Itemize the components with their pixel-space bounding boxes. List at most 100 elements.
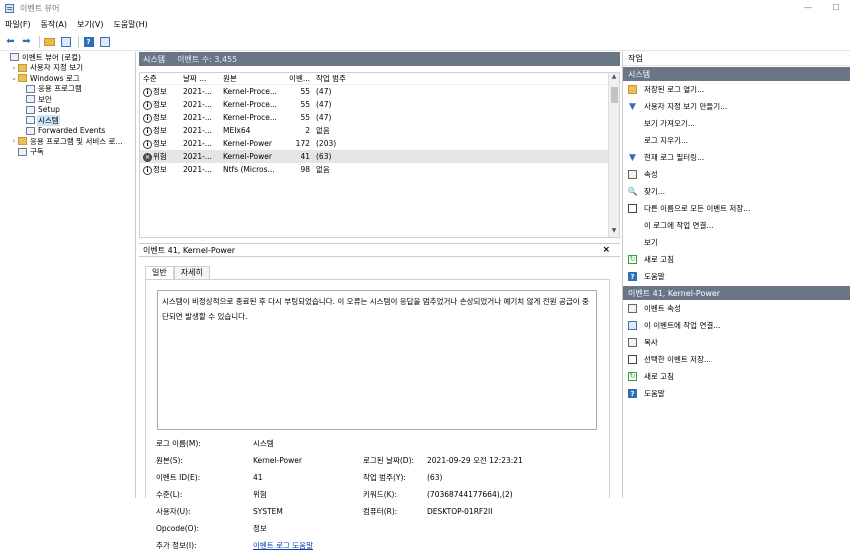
action-item[interactable]: 저장된 로그 열기... <box>623 81 850 98</box>
more-info-label: 추가 정보(I): <box>156 541 197 550</box>
event-list-scrollbar[interactable]: ▲ ▼ <box>608 73 619 237</box>
action-item[interactable]: 🔍 찾기... <box>623 183 850 200</box>
tree-item[interactable]: 이벤트 뷰어 (로컬) <box>0 52 135 63</box>
action-item-label: 찾기... <box>644 187 665 196</box>
tree-item[interactable]: › 응용 프로그램 및 서비스 로... <box>0 136 135 147</box>
event-id: 55 <box>300 100 310 109</box>
event-level: i 정보 <box>140 112 180 123</box>
tree-item-label: Forwarded Events <box>38 126 106 136</box>
close-icon[interactable]: × <box>602 245 610 255</box>
action-item[interactable]: ▼ 현재 로그 필터링... <box>623 149 850 166</box>
column-task-category[interactable]: 작업 범주 <box>313 73 373 84</box>
column-event-id[interactable]: 이벤... <box>280 73 313 84</box>
refresh-icon: ↻ <box>628 372 637 381</box>
action-item[interactable]: 이 로그에 작업 연결... <box>623 217 850 234</box>
minimize-button[interactable]: — <box>794 0 822 16</box>
action-item-label: 현재 로그 필터링... <box>644 153 705 162</box>
expand-chevron-icon[interactable]: › <box>10 137 18 145</box>
event-list[interactable]: 수준 날짜 ... 원본 이벤... 작업 범주 i 정보 2021-... Kern… <box>139 72 620 238</box>
column-source[interactable]: 원본 <box>220 73 280 84</box>
help-icon: ? <box>628 389 637 398</box>
event-viewer-icon <box>10 53 19 62</box>
action-item[interactable]: ▼ 사용자 지정 보기 만들기... <box>623 98 850 115</box>
back-arrow-icon[interactable]: ⬅ <box>4 35 17 48</box>
open-folder-button[interactable] <box>43 35 56 48</box>
action-item[interactable]: 속성 <box>623 166 850 183</box>
logged-value: 2021-09-29 오전 12:23:21 <box>427 456 523 465</box>
task-category-label: 작업 범주(Y): <box>363 473 406 482</box>
logged-label: 로그된 날짜(D): <box>363 456 415 465</box>
detail-tabs: 일반 자세히 <box>145 266 210 279</box>
opcode-label: Opcode(O): <box>156 524 200 533</box>
computer-label: 컴퓨터(R): <box>363 507 398 516</box>
action-item-label: 복사 <box>644 338 658 347</box>
actions-pane: 작업 시스템 저장된 로그 열기... ▼ 사용자 지정 보기 만들기... 보기 가… <box>622 52 850 498</box>
expand-chevron-icon[interactable]: › <box>10 64 18 72</box>
action-item-label: 이 이벤트에 작업 연결... <box>644 321 721 330</box>
action-item-label: 선택한 이벤트 저장... <box>644 355 712 364</box>
scroll-up-icon[interactable]: ▲ <box>609 73 619 83</box>
event-row[interactable]: i 정보 2021-... Kernel-Proce... 55 (47) <box>140 111 619 124</box>
show-hide-tree-button[interactable] <box>59 35 72 48</box>
column-level[interactable]: 수준 <box>140 73 180 84</box>
action-item[interactable]: ↻ 새로 고침 <box>623 368 850 385</box>
event-row[interactable]: i 정보 2021-... Ntfs (Micros... 98 없음 <box>140 163 619 176</box>
tree-item-label: 보안 <box>38 94 52 104</box>
action-item[interactable]: 복사 <box>623 334 850 351</box>
event-row[interactable]: i 정보 2021-... MEIx64 2 없음 <box>140 124 619 137</box>
tree-item[interactable]: Setup <box>0 105 135 116</box>
event-category: (63) <box>316 152 332 161</box>
event-log-help-link[interactable]: 이벤트 로그 도움말 <box>253 540 313 551</box>
tree-item[interactable]: 시스템 <box>0 114 135 126</box>
info-icon: i <box>143 139 152 149</box>
event-level: i 정보 <box>140 125 180 136</box>
menu-action[interactable]: 동작(A) <box>41 19 67 30</box>
tab-details[interactable]: 자세히 <box>173 266 210 279</box>
tree-item[interactable]: 응용 프로그램 <box>0 84 135 95</box>
action-item[interactable]: ? 도움말 <box>623 268 850 285</box>
forward-arrow-icon[interactable]: ➡ <box>20 35 33 48</box>
folder-icon <box>18 137 27 146</box>
event-row[interactable]: i 정보 2021-... Kernel-Proce... 55 (47) <box>140 98 619 111</box>
event-level-text: 정보 <box>153 113 167 122</box>
event-source: Kernel-Proce... <box>223 100 278 109</box>
menu-help[interactable]: 도움말(H) <box>113 19 147 30</box>
maximize-button[interactable]: ☐ <box>822 0 850 16</box>
action-item[interactable]: ? 도움말 <box>623 385 850 402</box>
event-row[interactable]: i 정보 2021-... Kernel-Proce... 55 (47) <box>140 85 619 98</box>
menu-view[interactable]: 보기(V) <box>77 19 103 30</box>
action-item-label: 이벤트 속성 <box>644 304 681 313</box>
log-header-title: 시스템 <box>143 54 166 64</box>
tree-item[interactable]: Forwarded Events <box>0 126 135 137</box>
action-item[interactable]: 다른 이름으로 모든 이벤트 저장... <box>623 200 850 217</box>
tree-item[interactable]: › 사용자 지정 보기 <box>0 63 135 74</box>
help-button[interactable]: ? <box>82 35 95 48</box>
tree-item[interactable]: 보안 <box>0 94 135 105</box>
column-date[interactable]: 날짜 ... <box>180 73 220 84</box>
action-item[interactable]: ↻ 새로 고침 <box>623 251 850 268</box>
action-item[interactable]: 이벤트 속성 <box>623 300 850 317</box>
actions-section-event[interactable]: 이벤트 41, Kernel-Power <box>623 285 850 300</box>
actions-section-system[interactable]: 시스템 <box>623 66 850 81</box>
tree-item[interactable]: ⌄ Windows 로그 <box>0 73 135 84</box>
scroll-down-icon[interactable]: ▼ <box>609 227 619 237</box>
event-date: 2021-... <box>183 165 212 174</box>
action-item[interactable]: 로그 지우기... <box>623 132 850 149</box>
action-item[interactable]: 이 이벤트에 작업 연결... <box>623 317 850 334</box>
action-item[interactable]: 보기 가져오기... <box>623 115 850 132</box>
menu-file[interactable]: 파일(F) <box>5 19 31 30</box>
tree-item[interactable]: 구독 <box>0 147 135 158</box>
action-item[interactable]: 선택한 이벤트 저장... <box>623 351 850 368</box>
action-item-label: 보기 가져오기... <box>644 119 695 128</box>
expand-chevron-icon[interactable]: ⌄ <box>10 74 18 82</box>
event-row[interactable]: i 정보 2021-... Kernel-Power 172 (203) <box>140 137 619 150</box>
scroll-thumb[interactable] <box>611 87 618 103</box>
action-item[interactable]: 보기 <box>623 234 850 251</box>
log-name-label: 로그 이름(M): <box>156 439 201 448</box>
tab-general[interactable]: 일반 <box>145 266 174 279</box>
event-row[interactable]: ✕ 위험 2021-... Kernel-Power 41 (63) <box>140 150 619 163</box>
toolbar-divider <box>78 35 79 48</box>
show-hide-action-pane-button[interactable] <box>98 35 111 48</box>
action-item-label: 새로 고침 <box>644 255 674 264</box>
action-item-label: 다른 이름으로 모든 이벤트 저장... <box>644 204 751 213</box>
